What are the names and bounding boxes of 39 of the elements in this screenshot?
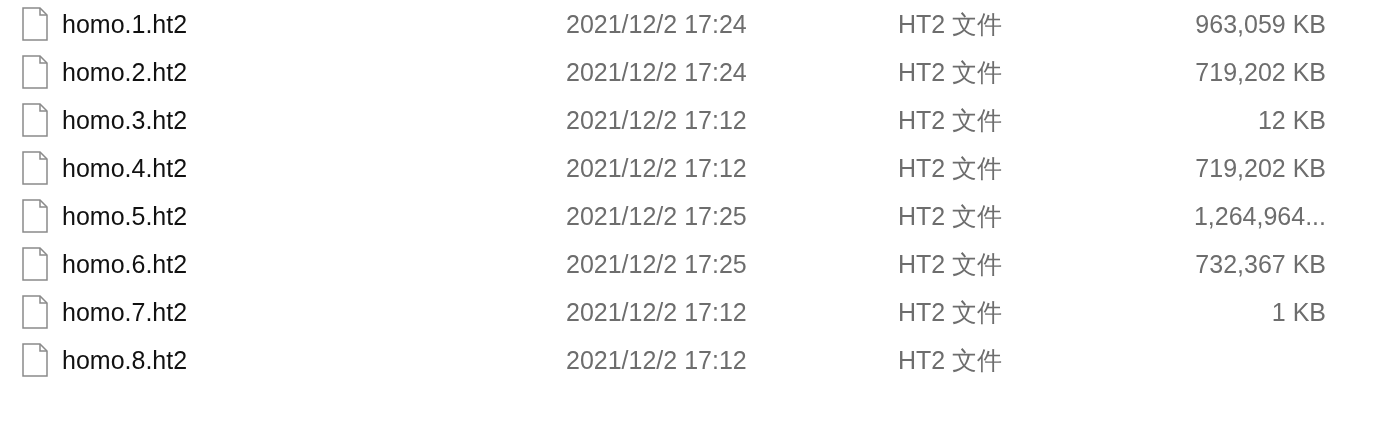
modified-date: 2021/12/2 17:25 <box>566 201 748 231</box>
file-type: HT2 文件 <box>898 8 1004 40</box>
modified-date: 2021/12/2 17:12 <box>566 297 748 327</box>
modified-date: 2021/12/2 17:12 <box>566 105 748 135</box>
file-type: HT2 文件 <box>898 200 1004 232</box>
file-icon <box>22 343 48 377</box>
file-name[interactable]: homo.1.ht2 <box>62 9 566 39</box>
file-type: HT2 文件 <box>898 56 1004 88</box>
file-name[interactable]: homo.4.ht2 <box>62 153 566 183</box>
file-size: 732,367 KB <box>1195 249 1326 278</box>
modified-date: 2021/12/2 17:12 <box>566 345 748 375</box>
file-size: 1 KB <box>1271 297 1326 326</box>
file-size: 719,202 KB <box>1195 57 1326 86</box>
file-name[interactable]: homo.7.ht2 <box>62 297 566 327</box>
file-icon <box>22 247 48 281</box>
file-type: HT2 文件 <box>898 152 1004 184</box>
file-size: 12 KB <box>1257 105 1326 134</box>
modified-date: 2021/12/2 17:12 <box>566 153 748 183</box>
file-type: HT2 文件 <box>898 344 1004 376</box>
file-name[interactable]: homo.5.ht2 <box>62 201 566 231</box>
file-type: HT2 文件 <box>898 104 1004 136</box>
modified-date: 2021/12/2 17:25 <box>566 249 748 279</box>
file-name[interactable]: homo.2.ht2 <box>62 57 566 87</box>
file-icon <box>22 103 48 137</box>
file-size: 719,202 KB <box>1195 153 1326 182</box>
file-type: HT2 文件 <box>898 248 1004 280</box>
file-type: HT2 文件 <box>898 296 1004 328</box>
file-size: 1,264,964... <box>1193 201 1326 230</box>
file-size: 963,059 KB <box>1195 9 1326 38</box>
file-name[interactable]: homo.8.ht2 <box>62 345 566 375</box>
modified-date: 2021/12/2 17:24 <box>566 9 748 39</box>
file-name[interactable]: homo.3.ht2 <box>62 105 566 135</box>
file-icon <box>22 199 48 233</box>
file-icon <box>22 295 48 329</box>
file-icon <box>22 55 48 89</box>
file-icon <box>22 151 48 185</box>
file-name[interactable]: homo.6.ht2 <box>62 249 566 279</box>
file-icon <box>22 7 48 41</box>
modified-date: 2021/12/2 17:24 <box>566 57 748 87</box>
